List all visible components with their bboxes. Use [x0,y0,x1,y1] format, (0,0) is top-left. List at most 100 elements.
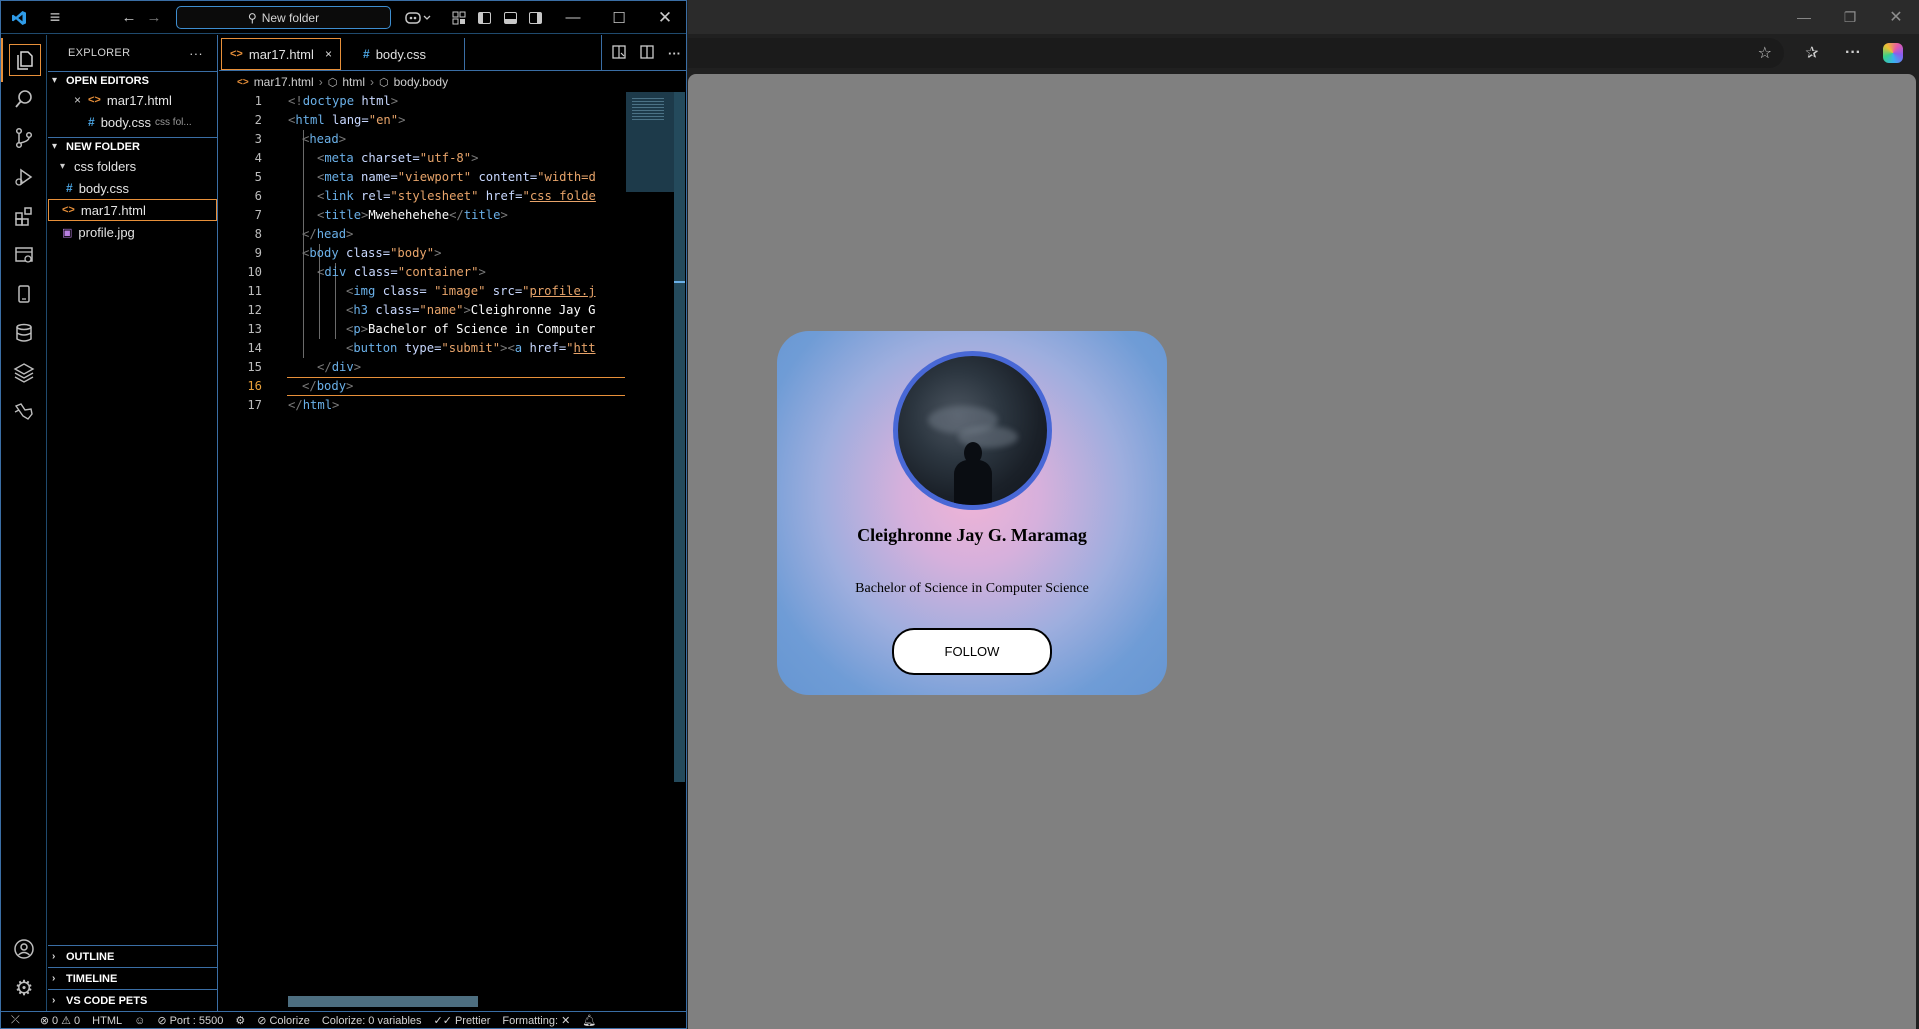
search-icon[interactable] [1,77,47,121]
minimize-icon[interactable]: — [1784,0,1824,34]
formatting-status[interactable]: Formatting: ✕ [502,1014,570,1027]
favorites-icon[interactable]: ✰ [1797,38,1827,68]
maximize-icon[interactable]: ☐ [605,1,633,34]
outline-section[interactable]: › OUTLINE [48,945,217,967]
copilot-status-icon[interactable]: ☺ [134,1015,145,1027]
database-icon[interactable] [1,311,47,355]
language-mode[interactable]: HTML [92,1015,122,1027]
token: "container" [397,265,479,279]
minimize-icon[interactable]: — [559,1,587,34]
more-actions-icon[interactable]: ··· [668,46,681,61]
restore-icon[interactable]: ❐ [1830,0,1870,34]
open-preview-icon[interactable] [612,44,626,62]
token: href [478,189,516,203]
link-token[interactable]: css folde [530,189,596,203]
token: = [382,246,391,260]
code-line: 15 </div> [219,358,625,377]
code-editor[interactable]: 1 <!doctype html> 2 <html lang="en"> 3 <hea… [219,92,625,472]
more-menu-icon[interactable]: ··· [1838,38,1868,68]
image-file-icon: ▣ [62,226,73,239]
explorer-more-icon[interactable]: ··· [189,46,203,61]
run-debug-icon[interactable] [1,155,47,199]
search-icon: ⚲ [247,10,257,25]
link-token[interactable]: profile.j [530,284,596,298]
problems-indicator[interactable]: ⊗ 0 ⚠ 0 [40,1014,80,1028]
forward-arrow-icon[interactable]: → [142,1,166,34]
close-tab-icon[interactable]: × [325,47,332,61]
breadcrumb-item[interactable]: mar17.html [254,75,314,89]
breadcrumb-item[interactable]: body.body [394,75,449,89]
address-bar[interactable]: ☆ [688,38,1784,68]
notifications-bell-icon[interactable]: 🔔︎ [582,1014,596,1027]
token: body [309,246,339,260]
breadcrumb-item[interactable]: html [342,75,365,89]
html-file-icon: <> [237,76,249,88]
link-token[interactable]: htt [574,341,596,355]
profile-degree: Bachelor of Science in Computer Science [855,581,1089,596]
token: class [368,303,413,317]
open-editor-mar17-html[interactable]: × <> mar17.html [48,89,217,111]
tab-label: mar17.html [248,46,314,62]
token: class [346,265,391,279]
explorer-icon[interactable] [1,38,47,82]
open-editors-section[interactable]: ▾ OPEN EDITORS [48,71,217,89]
command-search-box[interactable]: ⚲ New folder [176,6,391,29]
copilot-icon[interactable] [1878,38,1908,68]
extension-status-icon[interactable]: ⚙ [235,1014,245,1027]
colorize-variables[interactable]: Colorize: 0 variables [322,1015,422,1027]
tree-item-profile-jpg[interactable]: ▣ profile.jpg [48,221,217,243]
prettier-status[interactable]: ✓✓ Prettier [434,1014,491,1028]
new-folder-section[interactable]: ▾ NEW FOLDER [48,137,217,155]
copilot-icon[interactable] [401,1,435,34]
tab-mar17-html[interactable]: <> mar17.html × [221,38,341,70]
line-number: 4 [254,151,262,165]
device-icon[interactable] [1,272,47,316]
code-line: 13 <p>Bachelor of Science in Computer [219,320,625,339]
close-icon[interactable]: ✕ [651,1,679,34]
colorize-toggle[interactable]: ⊘ Colorize [257,1014,310,1028]
close-editor-icon[interactable]: × [74,93,88,107]
tree-item-body-css[interactable]: # body.css [48,177,217,199]
token: Bachelor of Science in Computer [368,322,596,336]
remote-explorer-icon[interactable] [1,233,47,277]
tab-body-css[interactable]: # body.css [347,38,465,70]
back-arrow-icon[interactable]: ← [117,1,141,34]
extensions-icon[interactable] [1,194,47,238]
token: Mwehehehehe [368,208,450,222]
customize-layout-icon[interactable] [448,1,470,34]
sidebar-bottom-sections: › OUTLINE › TIMELINE › VS CODE PETS [48,945,217,1011]
settings-gear-icon[interactable]: ⚙ [1,966,47,1010]
remote-indicator-icon[interactable]: ⤫ [11,1014,20,1027]
token: h3 [353,303,369,317]
minimap[interactable] [626,92,674,192]
toggle-primary-sidebar-icon[interactable] [473,1,495,34]
favorite-star-icon[interactable]: ☆ [1758,38,1772,68]
broadcast-icon: ⊘ [157,1015,167,1027]
token: title [324,208,362,222]
line-number: 13 [247,322,262,336]
vertical-scrollbar[interactable] [674,92,685,782]
follow-button[interactable]: FOLLOW [892,628,1052,675]
accounts-icon[interactable] [1,927,47,971]
tree-item-mar17-html[interactable]: <> mar17.html [48,199,217,221]
token: "en" [368,113,399,127]
search-box-label: New folder [261,10,320,25]
timeline-section[interactable]: › TIMELINE [48,967,217,989]
live-server-port[interactable]: ⊘ Port : 5500 [157,1014,223,1028]
layers-icon[interactable] [1,350,47,394]
vscode-pets-icon[interactable] [1,389,47,433]
horizontal-scrollbar[interactable] [288,996,478,1007]
token: html [302,398,333,412]
toggle-panel-icon[interactable] [499,1,521,34]
element-icon: ⬡ [327,76,338,89]
source-control-icon[interactable] [1,116,47,160]
close-icon[interactable]: ✕ [1876,0,1916,34]
tree-item-css-folders[interactable]: ▾ css folders [48,155,217,177]
toggle-secondary-sidebar-icon[interactable] [524,1,546,34]
hamburger-menu-icon[interactable]: ≡ [41,1,69,34]
open-editor-body-css[interactable]: # body.css css fol... [48,111,217,133]
vscode-pets-section[interactable]: › VS CODE PETS [48,989,217,1011]
split-editor-icon[interactable] [640,44,654,62]
token: name [353,170,391,184]
line-number: 10 [247,265,262,279]
